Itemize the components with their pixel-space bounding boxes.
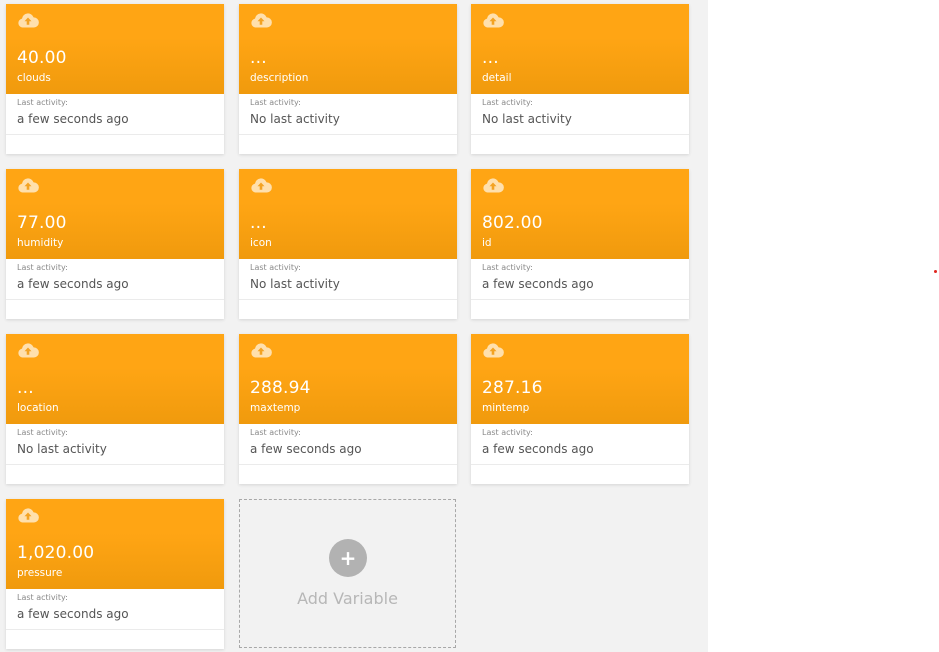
last-activity-label: Last activity:	[17, 98, 68, 107]
variable-card-header: 802.00 id	[471, 169, 689, 259]
variable-value: 40.00	[17, 48, 67, 68]
card-divider	[6, 299, 224, 300]
variable-value: 287.16	[482, 378, 543, 398]
card-divider	[239, 299, 457, 300]
variable-name: icon	[250, 237, 272, 249]
card-divider	[6, 134, 224, 135]
last-activity-value: No last activity	[482, 112, 572, 126]
cloud-upload-icon	[251, 13, 272, 28]
last-activity-value: a few seconds ago	[250, 442, 362, 456]
variables-panel: 40.00 clouds Last activity: a few second…	[0, 0, 708, 652]
last-activity-label: Last activity:	[250, 428, 301, 437]
variable-card-pressure[interactable]: 1,020.00 pressure Last activity: a few s…	[6, 499, 224, 649]
last-activity-value: a few seconds ago	[17, 277, 129, 291]
card-divider	[6, 629, 224, 630]
red-dot-marker	[934, 270, 937, 273]
plus-icon[interactable]: +	[329, 539, 367, 577]
variable-card-header: 40.00 clouds	[6, 4, 224, 94]
variable-card-header: 1,020.00 pressure	[6, 499, 224, 589]
cloud-upload-icon	[251, 343, 272, 358]
cloud-upload-icon	[18, 13, 39, 28]
add-variable-button[interactable]: + Add Variable	[239, 499, 456, 648]
variable-card-mintemp[interactable]: 287.16 mintemp Last activity: a few seco…	[471, 334, 689, 484]
variable-name: pressure	[17, 567, 63, 579]
variable-value: ...	[250, 213, 267, 233]
variable-card-header: 288.94 maxtemp	[239, 334, 457, 424]
variable-card-description[interactable]: ... description Last activity: No last a…	[239, 4, 457, 154]
last-activity-value: a few seconds ago	[482, 277, 594, 291]
variable-card-id[interactable]: 802.00 id Last activity: a few seconds a…	[471, 169, 689, 319]
last-activity-value: No last activity	[250, 112, 340, 126]
card-divider	[471, 299, 689, 300]
last-activity-value: a few seconds ago	[17, 112, 129, 126]
last-activity-label: Last activity:	[482, 263, 533, 272]
variable-name: location	[17, 402, 59, 414]
variable-card-header: ... description	[239, 4, 457, 94]
variable-name: id	[482, 237, 492, 249]
variable-name: mintemp	[482, 402, 530, 414]
variable-value: ...	[482, 48, 499, 68]
last-activity-value: No last activity	[17, 442, 107, 456]
variable-card-maxtemp[interactable]: 288.94 maxtemp Last activity: a few seco…	[239, 334, 457, 484]
variable-card-clouds[interactable]: 40.00 clouds Last activity: a few second…	[6, 4, 224, 154]
add-variable-label: Add Variable	[297, 589, 398, 608]
last-activity-value: a few seconds ago	[17, 607, 129, 621]
variable-value: 77.00	[17, 213, 67, 233]
last-activity-label: Last activity:	[250, 263, 301, 272]
cloud-upload-icon	[18, 508, 39, 523]
variable-value: 288.94	[250, 378, 311, 398]
variable-card-icon[interactable]: ... icon Last activity: No last activity	[239, 169, 457, 319]
cloud-upload-icon	[18, 178, 39, 193]
cloud-upload-icon	[251, 178, 272, 193]
card-divider	[471, 464, 689, 465]
last-activity-label: Last activity:	[17, 428, 68, 437]
variable-card-detail[interactable]: ... detail Last activity: No last activi…	[471, 4, 689, 154]
variable-card-header: ... location	[6, 334, 224, 424]
cloud-upload-icon	[483, 343, 504, 358]
variable-card-header: 287.16 mintemp	[471, 334, 689, 424]
last-activity-label: Last activity:	[482, 428, 533, 437]
variable-name: description	[250, 72, 309, 84]
last-activity-label: Last activity:	[250, 98, 301, 107]
card-divider	[471, 134, 689, 135]
last-activity-label: Last activity:	[17, 263, 68, 272]
variable-card-header: 77.00 humidity	[6, 169, 224, 259]
cloud-upload-icon	[483, 13, 504, 28]
variable-name: detail	[482, 72, 512, 84]
cloud-upload-icon	[18, 343, 39, 358]
cloud-upload-icon	[483, 178, 504, 193]
variable-name: clouds	[17, 72, 51, 84]
variable-card-humidity[interactable]: 77.00 humidity Last activity: a few seco…	[6, 169, 224, 319]
variable-card-header: ... detail	[471, 4, 689, 94]
last-activity-value: a few seconds ago	[482, 442, 594, 456]
variable-value: 802.00	[482, 213, 543, 233]
variable-name: humidity	[17, 237, 64, 249]
variable-value: ...	[17, 378, 34, 398]
card-divider	[239, 464, 457, 465]
variable-card-header: ... icon	[239, 169, 457, 259]
card-divider	[6, 464, 224, 465]
card-divider	[239, 134, 457, 135]
variable-value: 1,020.00	[17, 543, 95, 563]
variable-card-location[interactable]: ... location Last activity: No last acti…	[6, 334, 224, 484]
variable-name: maxtemp	[250, 402, 301, 414]
last-activity-label: Last activity:	[17, 593, 68, 602]
last-activity-label: Last activity:	[482, 98, 533, 107]
variable-value: ...	[250, 48, 267, 68]
last-activity-value: No last activity	[250, 277, 340, 291]
